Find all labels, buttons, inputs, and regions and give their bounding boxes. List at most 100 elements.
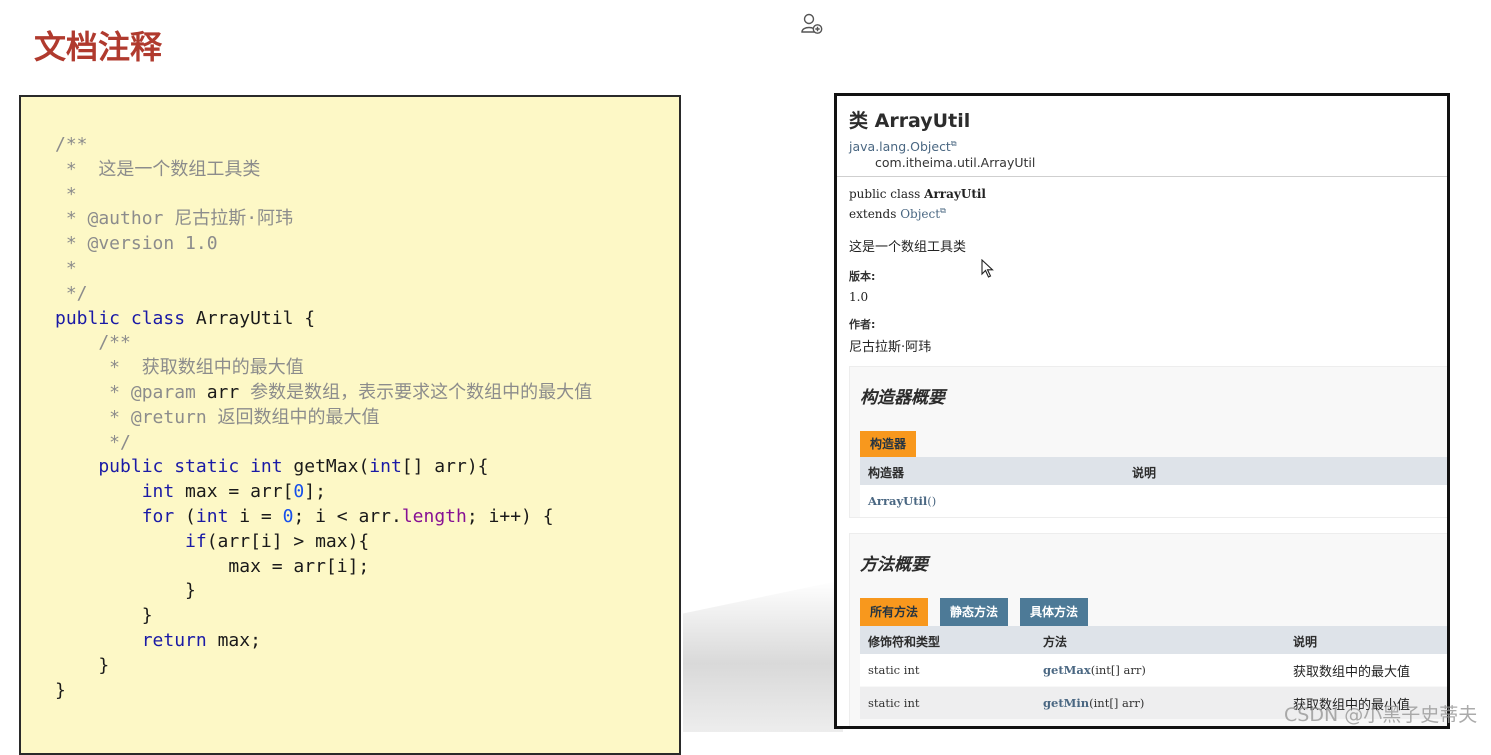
- mouse-cursor-icon: [981, 259, 994, 278]
- code-token: int: [195, 505, 240, 527]
- user-add-icon[interactable]: [800, 12, 824, 36]
- code-token: max = arr[i];: [55, 555, 370, 577]
- constructor-summary: 构造器概要 构造器 构造器 说明 ArrayUtil(): [849, 366, 1447, 518]
- code-line: /**: [55, 133, 592, 158]
- decl-name: ArrayUtil: [924, 187, 986, 201]
- javadoc-panel: 类 ArrayUtil java.lang.Object⧉ com.itheim…: [834, 93, 1450, 729]
- code-line: * 这是一个数组工具类: [55, 158, 592, 183]
- code-token: (: [185, 505, 196, 527]
- version-label: 版本:: [849, 270, 876, 283]
- code-block: /** * 这是一个数组工具类 * * @author 尼古拉斯·阿玮 * @v…: [55, 133, 592, 703]
- code-token: 0: [293, 481, 305, 503]
- tab-all-methods[interactable]: 所有方法: [860, 598, 929, 626]
- code-token: *: [55, 257, 77, 279]
- code-token: *: [55, 183, 77, 205]
- decl-prefix: public class: [849, 187, 925, 201]
- method-modifier: static int: [868, 696, 920, 710]
- code-line: public static int getMax(int[] arr){: [55, 455, 592, 480]
- watermark: CSDN @小黑子史蒂夫: [1284, 704, 1478, 726]
- code-token: }: [55, 580, 196, 602]
- code-line: }: [55, 679, 592, 704]
- code-line: /**: [55, 331, 592, 356]
- code-token: */: [55, 431, 131, 453]
- code-token: int: [369, 456, 402, 478]
- code-line: */: [55, 282, 592, 307]
- col-method: 方法: [1043, 635, 1068, 649]
- code-line: if(arr[i] > max){: [55, 530, 592, 555]
- code-token: /**: [55, 134, 88, 155]
- constructor-link[interactable]: ArrayUtil(): [868, 494, 936, 508]
- extends-declaration: extends Object⧉: [849, 206, 946, 221]
- code-token: max;: [217, 629, 261, 651]
- code-panel: /** * 这是一个数组工具类 * * @author 尼古拉斯·阿玮 * @v…: [19, 95, 681, 755]
- decorative-shadow: [683, 580, 843, 732]
- code-token: * @return 返回数组中的最大值: [55, 406, 380, 428]
- code-token: max = arr[: [185, 481, 294, 503]
- constructor-table-header: 构造器 说明: [860, 457, 1447, 485]
- code-token: [] arr){: [401, 456, 489, 478]
- code-token: public static int: [55, 456, 294, 478]
- tab-concrete-methods[interactable]: 具体方法: [1020, 598, 1089, 626]
- code-line: *: [55, 257, 592, 282]
- code-line: * @return 返回数组中的最大值: [55, 406, 592, 431]
- code-token: ; i++) {: [466, 505, 554, 527]
- code-token: * 获取数组中的最大值: [55, 357, 304, 379]
- code-token: length: [401, 505, 467, 527]
- code-token: ];: [304, 481, 326, 503]
- divider: [837, 176, 1447, 177]
- method-modifier: static int: [868, 663, 920, 677]
- code-line: * @author 尼古拉斯·阿玮: [55, 207, 592, 232]
- slide-title: 文档注释: [34, 28, 163, 66]
- code-token: (arr[i] > max){: [206, 530, 370, 552]
- code-token: ArrayUtil {: [195, 307, 316, 329]
- external-link-icon: ⧉: [940, 206, 946, 215]
- col-description: 说明: [1293, 635, 1318, 649]
- code-line: }: [55, 579, 592, 604]
- tab-constructor[interactable]: 构造器: [860, 431, 917, 457]
- code-line: * @param arr 参数是数组，表示要求这个数组中的最大值: [55, 381, 592, 406]
- code-token: * @param: [55, 381, 207, 403]
- method-description: 获取数组中的最大值: [1293, 665, 1411, 680]
- constructor-summary-heading: 构造器概要: [860, 388, 945, 408]
- code-line: * 获取数组中的最大值: [55, 356, 592, 381]
- code-token: }: [55, 605, 153, 627]
- method-summary-heading: 方法概要: [860, 555, 928, 575]
- code-token: i =: [239, 505, 283, 527]
- code-line: }: [55, 604, 592, 629]
- code-token: 0: [282, 505, 294, 527]
- external-link-icon: ⧉: [950, 139, 957, 148]
- code-token: ; i < arr.: [293, 505, 402, 527]
- class-declaration: public class ArrayUtil: [849, 187, 986, 201]
- class-fqn: com.itheima.util.ArrayUtil: [875, 155, 1036, 170]
- extends-object-link[interactable]: Object: [900, 207, 940, 221]
- code-token: getMax(: [293, 456, 370, 478]
- extends-keyword: extends: [849, 207, 901, 221]
- superclass-link[interactable]: java.lang.Object⧉: [849, 139, 957, 154]
- code-token: if: [55, 530, 207, 552]
- table-row: ArrayUtil(): [860, 485, 1447, 517]
- code-token: /**: [55, 332, 131, 354]
- code-token: }: [55, 679, 66, 701]
- code-line: */: [55, 431, 592, 456]
- author-value: 尼古拉斯·阿玮: [849, 340, 932, 355]
- author-label: 作者:: [849, 318, 876, 331]
- tab-static-methods[interactable]: 静态方法: [940, 598, 1009, 626]
- code-token: 参数是数组，表示要求这个数组中的最大值: [239, 381, 593, 403]
- method-link-getmin[interactable]: getMin(int[] arr): [1043, 696, 1144, 710]
- method-table-header: 修饰符和类型 方法 说明: [860, 626, 1447, 654]
- code-token: }: [55, 654, 110, 676]
- method-link-getmax[interactable]: getMax(int[] arr): [1043, 663, 1146, 677]
- col-modifier: 修饰符和类型: [868, 635, 941, 649]
- superclass-name: java.lang.Object: [849, 139, 951, 155]
- code-line: * @version 1.0: [55, 232, 592, 257]
- code-token: int: [55, 481, 186, 503]
- code-token: * @version 1.0: [55, 233, 218, 255]
- code-line: for (int i = 0; i < arr.length; i++) {: [55, 505, 592, 530]
- table-row: static int getMax(int[] arr) 获取数组中的最大值: [860, 654, 1447, 686]
- code-token: * @author 尼古拉斯·阿玮: [55, 208, 294, 230]
- code-line: }: [55, 654, 592, 679]
- version-value: 1.0: [849, 290, 869, 304]
- code-line: max = arr[i];: [55, 555, 592, 580]
- code-line: int max = arr[0];: [55, 480, 592, 505]
- code-line: return max;: [55, 629, 592, 654]
